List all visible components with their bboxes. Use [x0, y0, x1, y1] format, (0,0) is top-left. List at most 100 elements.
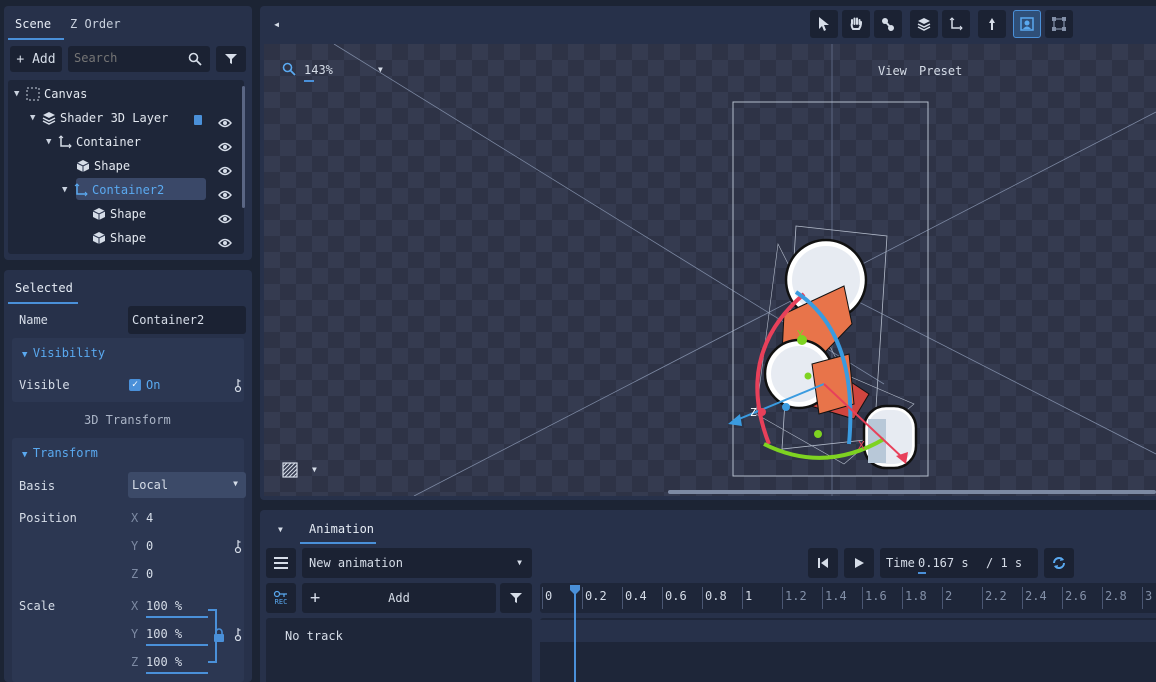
animation-panel: ▼ Animation New animation ▼ Time 0.167 s…: [260, 510, 1156, 682]
script-icon[interactable]: [192, 114, 204, 126]
layer-icon: [917, 18, 931, 31]
basis-label: Basis: [19, 479, 56, 493]
visibility-eye-icon[interactable]: [218, 166, 232, 176]
playhead-handle[interactable]: [569, 584, 581, 596]
record-button[interactable]: REC: [266, 583, 296, 613]
scale-label: Scale: [19, 599, 56, 613]
scale-z-value[interactable]: 100 %: [146, 655, 182, 669]
position-z-value[interactable]: 0: [146, 567, 153, 581]
horizontal-scrollbar[interactable]: [668, 490, 1156, 494]
background-pattern-icon[interactable]: [282, 462, 298, 478]
plus-icon: +: [310, 588, 321, 608]
ruler-tick: 0.2: [585, 589, 607, 603]
filter-icon: [510, 593, 522, 603]
tree-item-label: Canvas: [44, 87, 88, 101]
tab-z-order[interactable]: Z Order: [70, 17, 121, 31]
name-value: Container2: [132, 313, 205, 327]
tool-focus[interactable]: [1013, 10, 1041, 38]
visibility-eye-icon[interactable]: [218, 118, 232, 128]
visibility-section: ▼ Visibility Visible ✓ On: [12, 338, 244, 402]
tool-pointer[interactable]: [810, 10, 838, 38]
bone-icon: [882, 18, 894, 31]
time-field[interactable]: Time 0.167 s / 1 s: [880, 548, 1038, 578]
tree-item-shape[interactable]: Shape: [76, 155, 130, 177]
track-filter-button[interactable]: [500, 583, 532, 613]
tab-scene[interactable]: Scene: [15, 17, 51, 31]
go-to-start-button[interactable]: [808, 548, 838, 578]
loop-button[interactable]: [1044, 548, 1074, 578]
arrow-up-icon: [989, 18, 995, 30]
add-track-button[interactable]: + Add: [302, 583, 496, 613]
scale-y-value[interactable]: 100 %: [146, 627, 182, 641]
viewport-canvas[interactable]: X Y Z 143% ▼ View Preset ▼: [264, 44, 1156, 496]
add-label: + Add: [16, 51, 56, 67]
view-menu[interactable]: View: [878, 64, 907, 78]
scale-x-value[interactable]: 100 %: [146, 599, 182, 613]
tool-arrow-up[interactable]: [978, 10, 1006, 38]
visibility-eye-icon[interactable]: [218, 142, 232, 152]
collapse-animation-icon[interactable]: ▼: [278, 525, 283, 534]
key-icon[interactable]: [234, 627, 242, 641]
visibility-eye-icon[interactable]: [218, 190, 232, 200]
pointer-icon: [819, 17, 829, 31]
visibility-eye-icon[interactable]: [218, 238, 232, 248]
container-icon: [58, 135, 72, 149]
visibility-eye-icon[interactable]: [218, 214, 232, 224]
menu-button[interactable]: [266, 548, 296, 578]
add-node-button[interactable]: + Add: [10, 46, 62, 72]
visibility-header[interactable]: ▼ Visibility: [22, 346, 105, 360]
play-button[interactable]: [844, 548, 874, 578]
canvas-icon: [26, 87, 40, 101]
playhead[interactable]: [574, 590, 576, 682]
position-y-value[interactable]: 0: [146, 539, 153, 553]
position-x-axis: X: [131, 511, 139, 525]
tab-selected[interactable]: Selected: [15, 281, 73, 295]
tab-scene-underline: [8, 38, 64, 40]
preset-menu[interactable]: Preset: [919, 64, 962, 78]
background-dropdown-icon[interactable]: ▼: [312, 465, 317, 474]
ruler-tick: 0.6: [665, 589, 687, 603]
lock-icon[interactable]: [213, 628, 225, 642]
basis-select[interactable]: Local ▼: [128, 472, 246, 498]
chevron-down-icon: ▼: [517, 558, 522, 567]
key-icon[interactable]: [234, 378, 242, 392]
tab-animation[interactable]: Animation: [309, 522, 374, 536]
time-value[interactable]: 0.167 s: [918, 556, 969, 570]
hamburger-icon: [274, 557, 288, 569]
search-input[interactable]: [74, 51, 174, 65]
selected-3d-object[interactable]: X Y Z: [684, 214, 944, 484]
tool-bounds[interactable]: [1045, 10, 1073, 38]
transform-3d-header: 3D Transform: [84, 413, 171, 427]
ruler-tick: 0.8: [705, 589, 727, 603]
tree-item-container2[interactable]: ▼ Container2: [62, 179, 164, 201]
transform-header[interactable]: ▼ Transform: [22, 446, 98, 460]
tree-item-shape[interactable]: Shape: [92, 203, 146, 225]
tool-layer[interactable]: [910, 10, 938, 38]
zoom-value[interactable]: 143%: [304, 63, 333, 77]
tree-item-shape[interactable]: Shape: [92, 227, 146, 249]
tree-item-canvas[interactable]: ▼ Canvas: [14, 83, 87, 105]
tree-item-container[interactable]: ▼ Container: [46, 131, 141, 153]
collapse-left-icon[interactable]: ◂: [273, 17, 280, 31]
tool-hand[interactable]: [842, 10, 870, 38]
tree-scrollbar[interactable]: [242, 86, 245, 208]
tool-bone[interactable]: [874, 10, 902, 38]
name-field[interactable]: Container2: [128, 306, 246, 334]
tab-selected-underline: [8, 302, 78, 304]
timeline-track-area[interactable]: [540, 618, 1156, 682]
visible-checkbox[interactable]: ✓: [129, 379, 141, 391]
position-x-value[interactable]: 4: [146, 511, 153, 525]
filter-button[interactable]: [216, 46, 246, 72]
tool-axes[interactable]: [942, 10, 970, 38]
tree-item-shader-3d-layer[interactable]: ▼ Shader 3D Layer: [30, 107, 168, 129]
scale-z-underline: [146, 672, 208, 674]
key-icon[interactable]: [234, 539, 242, 553]
zoom-dropdown-icon[interactable]: ▼: [378, 65, 383, 74]
search-field[interactable]: [68, 46, 210, 72]
ruler-tick: 3: [1145, 589, 1153, 603]
scale-z-axis: Z: [131, 655, 139, 669]
ruler-tick: 1: [745, 589, 753, 603]
animation-select[interactable]: New animation ▼: [302, 548, 532, 578]
timeline-ruler[interactable]: 0 0.2 0.4 0.6 0.8 1 1.2 1.4 1.6 1.8 2 2.…: [540, 583, 1156, 613]
animation-name: New animation: [309, 556, 403, 570]
